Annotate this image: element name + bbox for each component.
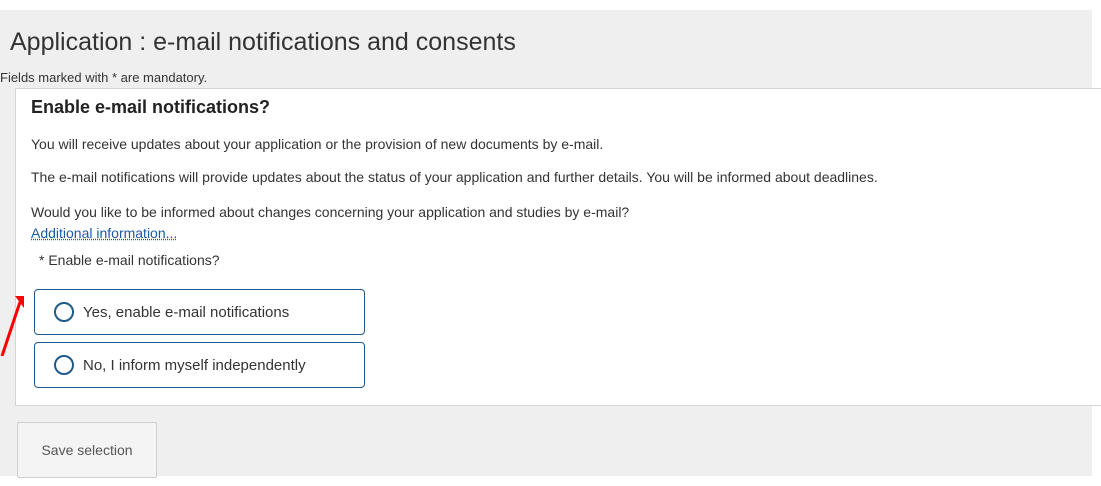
- panel-heading: Enable e-mail notifications?: [31, 97, 271, 117]
- mandatory-fields-note: Fields marked with * are mandatory.: [0, 70, 208, 85]
- info-paragraph-question: Would you like to be informed about chan…: [31, 204, 630, 220]
- red-arrow-annotation-icon: [0, 296, 24, 356]
- radio-label-no: No, I inform myself independently: [83, 356, 306, 374]
- notifications-panel: Enable e-mail notifications? You will re…: [15, 88, 1101, 406]
- radio-option-no[interactable]: No, I inform myself independently: [34, 342, 365, 388]
- additional-information-link[interactable]: Additional information...: [31, 225, 177, 241]
- info-paragraph-updates: You will receive updates about your appl…: [31, 136, 604, 152]
- radio-label-yes: Yes, enable e-mail notifications: [83, 303, 290, 321]
- page: Application : e-mail notifications and c…: [0, 0, 1101, 486]
- radio-circle-icon[interactable]: [54, 302, 74, 322]
- radio-option-yes[interactable]: Yes, enable e-mail notifications: [34, 289, 365, 335]
- radio-circle-icon[interactable]: [54, 355, 74, 375]
- save-selection-button[interactable]: Save selection: [17, 422, 157, 478]
- notifications-field-label: * Enable e-mail notifications?: [39, 252, 220, 268]
- page-title: Application : e-mail notifications and c…: [10, 28, 516, 56]
- info-paragraph-status: The e-mail notifications will provide up…: [31, 169, 878, 185]
